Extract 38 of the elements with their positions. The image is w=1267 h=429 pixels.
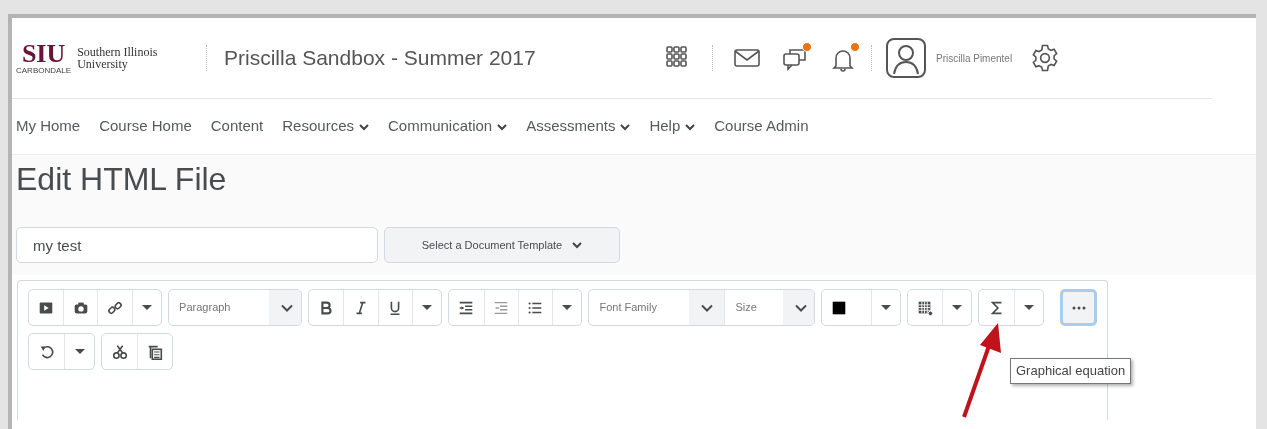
chevron-icon bbox=[359, 122, 369, 131]
select-dropdown[interactable]: Size bbox=[724, 290, 814, 325]
caret-icon bbox=[141, 305, 152, 310]
user-name[interactable]: Priscilla Pimentel bbox=[936, 50, 1013, 66]
avatar-icon[interactable] bbox=[886, 38, 926, 78]
chevron-icon bbox=[700, 303, 713, 312]
nav-link[interactable]: Resources bbox=[282, 115, 369, 138]
logo-mark: SIU bbox=[21, 41, 66, 66]
caret-icon bbox=[880, 305, 891, 310]
caret-icon bbox=[74, 349, 85, 354]
logo-subtitle: CARBONDALE bbox=[16, 65, 72, 75]
course-title[interactable]: Priscilla Sandbox - Summer 2017 bbox=[224, 42, 664, 74]
nav-link[interactable]: Content bbox=[210, 115, 264, 138]
settings-icon[interactable] bbox=[1030, 43, 1061, 73]
page-title: Edit HTML File bbox=[16, 160, 228, 199]
chevron-icon bbox=[572, 241, 583, 249]
chevron-icon bbox=[685, 122, 696, 131]
select-dropdown[interactable]: Font Family bbox=[589, 290, 725, 325]
title-field[interactable]: my test bbox=[16, 227, 378, 263]
caret-icon bbox=[422, 305, 433, 310]
more-icon bbox=[1071, 305, 1086, 310]
nav-link[interactable]: Course Admin bbox=[714, 115, 809, 138]
nav-link[interactable]: Communication bbox=[388, 115, 508, 138]
nav-link[interactable]: Assessments bbox=[526, 115, 631, 138]
chevron-icon bbox=[620, 122, 631, 131]
tooltip: Graphical equation bbox=[1010, 358, 1132, 384]
nav-link[interactable]: My Home bbox=[16, 115, 81, 138]
chevron-icon bbox=[497, 122, 508, 131]
chevron-icon bbox=[280, 303, 293, 312]
nav-link[interactable]: Help bbox=[649, 115, 696, 138]
caret-icon bbox=[1023, 305, 1034, 310]
caret-icon bbox=[562, 305, 573, 310]
caret-icon bbox=[952, 305, 963, 310]
nav-link[interactable]: Course Home bbox=[99, 115, 192, 138]
select-dropdown[interactable]: Paragraph bbox=[169, 290, 302, 325]
chevron-icon bbox=[794, 303, 807, 312]
university-name: Southern Illinois University bbox=[77, 46, 159, 70]
template-dropdown[interactable]: Select a Document Template bbox=[384, 227, 620, 263]
